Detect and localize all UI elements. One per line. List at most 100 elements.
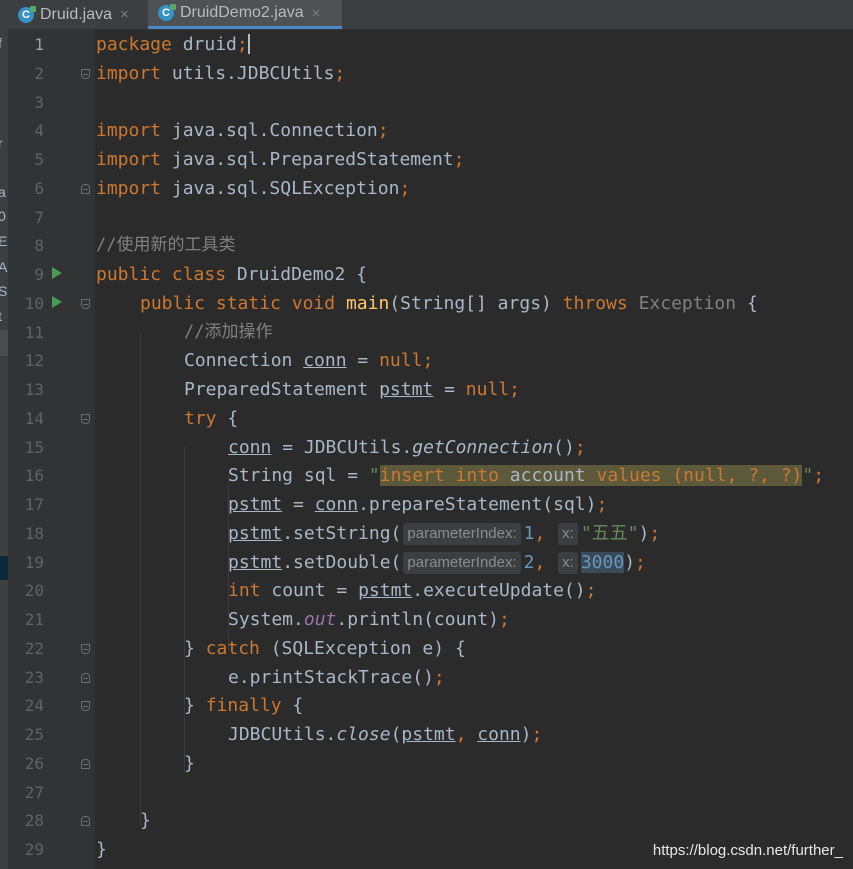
keyword: null [379,350,423,371]
code-line-22: } catch (SQLException e) { [184,634,466,663]
line-number: 5 [34,150,44,169]
code-line-10: public static void main(String[] args) t… [140,289,758,318]
fold-toggle-icon[interactable] [81,184,90,194]
panel-text-fragment: 0 [0,208,6,224]
comma: , [534,552,557,573]
code-line-23: e.printStackTrace(); [228,663,445,692]
line-number: 3 [34,93,44,112]
declaration: count = [260,580,359,601]
paren: ( [390,724,402,745]
semicolon: ; [433,667,445,688]
semicolon: ; [531,724,543,745]
code-line-15: conn = JDBCUtils.getConnection(); [228,433,586,462]
semicolon: ; [585,580,597,601]
java-class-icon: C [18,5,36,23]
close-icon[interactable]: × [312,5,321,22]
line-number: 12 [24,351,44,370]
line-number: 13 [24,380,44,399]
sql-keyword: insert into [379,465,510,486]
brace: } [184,695,206,716]
fold-toggle-icon[interactable] [81,759,90,769]
tab-druiddemo2-java[interactable]: C DruidDemo2.java × [148,0,342,29]
line-number: 22 [24,639,44,658]
semicolon: ; [498,609,510,630]
semicolon: ; [813,465,825,486]
code-line-6: import java.sql.SQLException; [96,174,410,203]
code-line-12: Connection conn = null; [184,346,433,375]
code-line-13: PreparedStatement pstmt = null; [184,375,520,404]
parameter-hint: parameterIndex: [403,552,521,574]
panel-text-fragment: S [0,283,8,299]
fold-toggle-icon[interactable] [81,299,90,309]
line-number: 25 [24,725,44,744]
run-main-icon[interactable] [52,296,62,308]
import-path: java.sql.SQLException [161,178,400,199]
variable: pstmt [401,724,456,745]
class-ref: System. [228,609,304,630]
method-call: getConnection [412,437,554,458]
panel-text-fragment: a [0,184,6,200]
declaration: String sql = [228,465,369,486]
semicolon: ; [635,552,646,573]
line-number: 1 [34,35,44,54]
code-line-4: import java.sql.Connection; [96,116,389,145]
operator: = JDBCUtils. [271,437,413,458]
string-quote: " [368,465,380,486]
operator: = [282,494,315,515]
import-path: java.sql.PreparedStatement [161,149,454,170]
keyword: finally [205,695,282,716]
paren: ) [624,552,636,573]
close-icon[interactable]: × [120,6,129,23]
fold-toggle-icon[interactable] [81,644,90,654]
java-class-icon: C [158,4,176,21]
parameters: (String[] args) [389,293,563,314]
line-number: 24 [24,696,44,715]
code-line-9: public class DruidDemo2 { [96,260,367,289]
method-call: e.printStackTrace() [228,667,434,688]
method-call: .setDouble( [282,552,402,573]
code-line-24: } finally { [184,691,303,720]
brace: { [736,293,758,314]
keyword: public [96,264,162,285]
variable: conn [228,437,272,458]
arguments: () [553,437,575,458]
keyword: class [171,264,227,285]
line-number: 28 [24,811,44,830]
brace: { [216,408,239,429]
code-editor[interactable]: package druid; import utils.JDBCUtils; i… [96,29,853,869]
semicolon: ; [422,350,434,371]
class-ref: JDBCUtils. [228,724,337,745]
paren: ) [520,724,532,745]
fold-toggle-icon[interactable] [81,816,90,826]
string-literal: "五五" [580,523,639,544]
semicolon: ; [649,523,661,544]
project-tree-highlight [0,330,8,356]
line-number: 6 [34,179,44,198]
line-number: 21 [24,610,44,629]
fold-toggle-icon[interactable] [81,673,90,683]
keyword: static [215,293,281,314]
fold-toggle-icon[interactable] [81,701,90,711]
line-number: 9 [34,265,44,284]
fold-toggle-icon[interactable] [81,69,90,79]
method-call: .setString( [282,523,402,544]
panel-text-fragment: t [0,308,2,324]
type-name: PreparedStatement [184,379,369,400]
parameter-hint: parameterIndex: [403,523,521,545]
code-line-2: import utils.JDBCUtils; [96,59,345,88]
variable: pstmt [228,523,283,544]
method-call: .executeUpdate() [412,580,586,601]
run-class-icon[interactable] [52,267,62,279]
variable: pstmt [379,379,434,400]
variable: conn [314,494,359,515]
project-panel-edge[interactable]: f r a 0 E AS S t [0,29,8,869]
method-call: close [336,724,391,745]
tab-druid-java[interactable]: C Druid.java × [18,0,146,29]
import-path: java.sql.Connection [161,120,378,141]
code-line-16: String sql = "insert into account values… [228,461,824,490]
line-number: 29 [24,840,44,859]
line-number: 16 [24,466,44,485]
editor-gutter[interactable]: 1 2 3 4 5 6 7 8 9 10 11 12 13 14 15 16 1… [8,29,95,869]
fold-toggle-icon[interactable] [81,414,90,424]
tab-label: DruidDemo2.java [180,4,304,21]
